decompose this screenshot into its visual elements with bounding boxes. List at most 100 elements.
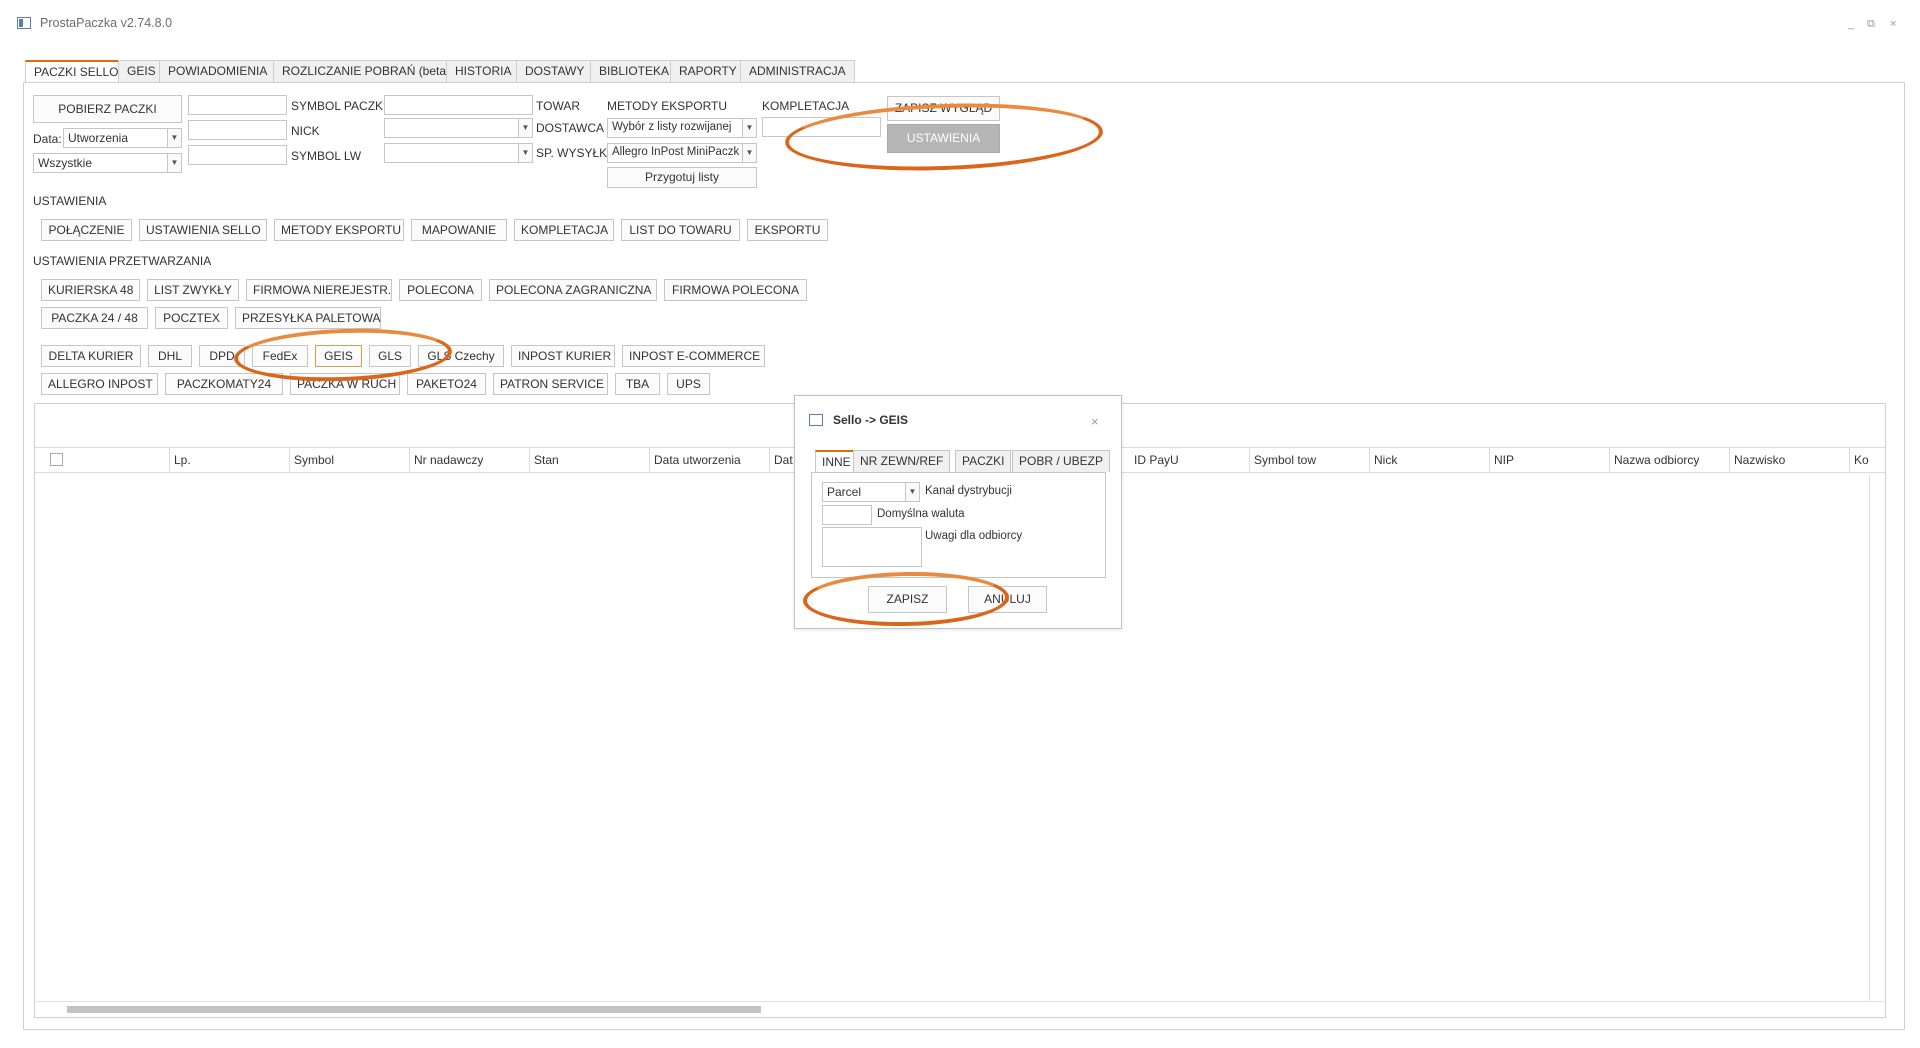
patron-service-button[interactable]: PATRON SERVICE — [493, 373, 608, 395]
polaczenie-button[interactable]: POŁĄCZENIE — [41, 219, 132, 241]
col-data-utworzenia[interactable]: Data utworzenia — [650, 448, 770, 472]
tab-rozliczanie-pobran[interactable]: ROZLICZANIE POBRAŃ (beta) — [273, 60, 460, 82]
notes-input[interactable] — [822, 527, 922, 567]
tab-paczki[interactable]: PACZKI — [955, 450, 1012, 472]
col-nick[interactable]: Nick — [1370, 448, 1490, 472]
paczka-24-48-button[interactable]: PACZKA 24 / 48 — [41, 307, 148, 329]
chevron-down-icon: ▼ — [167, 154, 181, 172]
list-do-towaru-button[interactable]: LIST DO TOWARU — [621, 219, 740, 241]
chevron-down-icon: ▼ — [167, 129, 181, 147]
dostawca-select[interactable]: ▼ — [384, 118, 533, 138]
symbol-lw-input[interactable] — [188, 145, 287, 165]
channel-value: Parcel — [827, 485, 862, 499]
list-zwykly-button[interactable]: LIST ZWYKŁY — [147, 279, 239, 301]
window-title: ProstaPaczka v2.74.8.0 — [40, 16, 173, 30]
dhl-button[interactable]: DHL — [148, 345, 192, 367]
status-select[interactable]: Wszystkie ▼ — [33, 153, 182, 173]
date-type-value: Utworzenia — [68, 131, 129, 145]
chevron-down-icon: ▼ — [905, 483, 919, 501]
dostawca-label: DOSTAWCA — [536, 121, 604, 135]
app-icon — [17, 17, 31, 29]
nick-input[interactable] — [188, 120, 287, 140]
channel-label: Kanał dystrybucji — [925, 485, 1012, 497]
sp-wysylki-label: SP. WYSYŁKI — [536, 146, 611, 160]
tab-dostawy[interactable]: DOSTAWY — [516, 60, 594, 82]
minimize-icon[interactable]: _ — [1848, 18, 1854, 30]
scrollbar-thumb[interactable] — [67, 1006, 761, 1013]
currency-input[interactable] — [822, 505, 872, 525]
channel-select[interactable]: Parcel ▼ — [822, 482, 920, 502]
close-window-icon[interactable]: × — [1890, 18, 1896, 30]
ustawienia-sello-button[interactable]: USTAWIENIA SELLO — [139, 219, 267, 241]
eksportu-button[interactable]: EKSPORTU — [747, 219, 828, 241]
polecona-zagraniczna-button[interactable]: POLECONA ZAGRANICZNA — [489, 279, 657, 301]
firmowa-polecona-button[interactable]: FIRMOWA POLECONA — [664, 279, 807, 301]
paczkomaty24-button[interactable]: PACZKOMATY24 — [165, 373, 283, 395]
dialog-panel: Parcel ▼ Kanał dystrybucji Domyślna walu… — [811, 472, 1106, 578]
tab-powiadomienia[interactable]: POWIADOMIENIA — [159, 60, 277, 82]
dialog-title: Sello -> GEIS — [833, 413, 909, 427]
tab-nr-zewn-ref[interactable]: NR ZEWN/REF — [853, 450, 951, 472]
select-all-column — [35, 448, 170, 472]
date-type-select[interactable]: Utworzenia ▼ — [63, 128, 182, 148]
col-symbol[interactable]: Symbol — [290, 448, 410, 472]
dialog-app-icon — [809, 414, 823, 426]
sp-wysylki-select[interactable]: Allegro InPost MiniPaczk ▼ — [607, 143, 757, 163]
col-nazwisko[interactable]: Nazwisko — [1730, 448, 1850, 472]
tab-historia[interactable]: HISTORIA — [446, 60, 521, 82]
tab-biblioteka[interactable]: BIBLIOTEKA — [590, 60, 679, 82]
prepare-lists-button[interactable]: Przygotuj listy — [607, 167, 757, 188]
mapowanie-button[interactable]: MAPOWANIE — [411, 219, 507, 241]
restore-icon[interactable]: ⧉ — [1867, 18, 1875, 31]
col-id-payu[interactable]: ID PayU — [1130, 448, 1250, 472]
date-label: Data: — [33, 132, 62, 146]
close-icon[interactable]: × — [1091, 414, 1099, 429]
polecona-button[interactable]: POLECONA — [399, 279, 482, 301]
metody-eksportu-select[interactable]: Wybór z listy rozwijanej ▼ — [607, 118, 757, 138]
chevron-down-icon: ▼ — [742, 119, 756, 137]
tab-administracja[interactable]: ADMINISTRACJA — [740, 60, 855, 82]
tab-raporty[interactable]: RAPORTY — [670, 60, 746, 82]
col-lp[interactable]: Lp. — [170, 448, 290, 472]
status-value: Wszystkie — [38, 156, 92, 170]
tab-inne[interactable]: INNE — [815, 450, 858, 472]
tab-geis[interactable]: GEIS — [118, 60, 165, 82]
horizontal-scrollbar[interactable] — [35, 1001, 1885, 1017]
currency-label: Domyślna waluta — [877, 508, 965, 520]
tab-paczki-sello[interactable]: PACZKI SELLO — [25, 60, 128, 83]
tba-button[interactable]: TBA — [615, 373, 660, 395]
symbol-lw-label: SYMBOL LW — [291, 149, 362, 163]
towar-input[interactable] — [384, 95, 533, 115]
symbol-paczki-input[interactable] — [188, 95, 287, 115]
pocztex-button[interactable]: POCZTEX — [155, 307, 228, 329]
processing-section-title: USTAWIENIA PRZETWARZANIA — [33, 254, 212, 268]
przesylka-paletowa-button[interactable]: PRZESYŁKA PALETOWA — [235, 307, 381, 329]
chevron-down-icon: ▼ — [742, 144, 756, 162]
col-stan[interactable]: Stan — [530, 448, 650, 472]
chevron-down-icon: ▼ — [518, 144, 532, 162]
metody-eksportu-label: METODY EKSPORTU — [607, 99, 728, 113]
inpost-kurier-button[interactable]: INPOST KURIER — [511, 345, 615, 367]
vertical-scrollbar[interactable] — [1869, 474, 1885, 1002]
chevron-down-icon: ▼ — [518, 119, 532, 137]
kurierska-48-button[interactable]: KURIERSKA 48 — [41, 279, 140, 301]
metody-eksportu-button[interactable]: METODY EKSPORTU — [274, 219, 404, 241]
metody-eksportu-value: Wybór z listy rozwijanej — [612, 121, 732, 133]
paketo24-button[interactable]: PAKETO24 — [407, 373, 486, 395]
fetch-packages-button[interactable]: POBIERZ PACZKI — [33, 95, 182, 123]
col-nip[interactable]: NIP — [1490, 448, 1610, 472]
sp-wysylki-filter-select[interactable]: ▼ — [384, 143, 533, 163]
tab-pobr-ubezp[interactable]: POBR / UBEZP — [1012, 450, 1111, 472]
firmowa-nierejestr-button[interactable]: FIRMOWA NIEREJESTR. — [246, 279, 392, 301]
col-nr-nadawczy[interactable]: Nr nadawczy — [410, 448, 530, 472]
delta-kurier-button[interactable]: DELTA KURIER — [41, 345, 141, 367]
sp-wysylki-value: Allegro InPost MiniPaczk — [612, 146, 740, 158]
kompletacja-button[interactable]: KOMPLETACJA — [514, 219, 614, 241]
col-ko[interactable]: Ko — [1850, 448, 1870, 472]
select-all-checkbox[interactable] — [50, 453, 63, 466]
ups-button[interactable]: UPS — [667, 373, 710, 395]
col-nazwa-odbiorcy[interactable]: Nazwa odbiorcy — [1610, 448, 1730, 472]
allegro-inpost-button[interactable]: ALLEGRO INPOST — [41, 373, 158, 395]
col-symbol-tow[interactable]: Symbol tow — [1250, 448, 1370, 472]
inpost-ecommerce-button[interactable]: INPOST E-COMMERCE — [622, 345, 765, 367]
